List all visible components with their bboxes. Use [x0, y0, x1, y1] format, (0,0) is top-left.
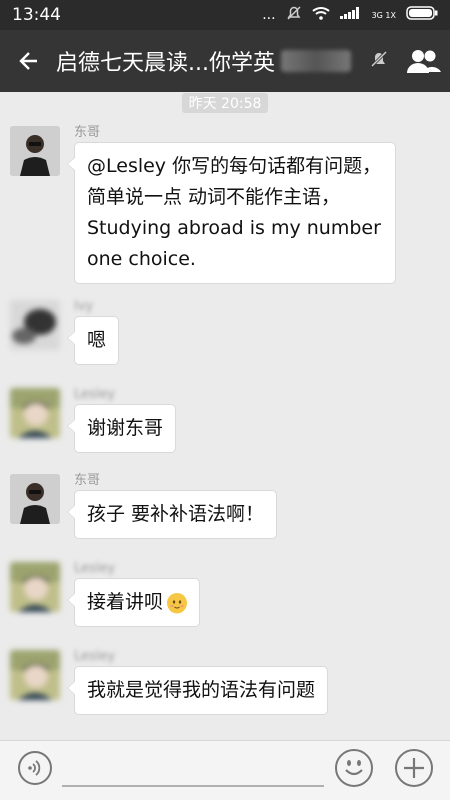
emoji-button[interactable]: [335, 749, 373, 787]
smiling-emoji-icon: [167, 592, 188, 613]
message-bubble[interactable]: @Lesley 你写的每句话都有问题，简单说一点 动词不能作主语，Studyin…: [67, 142, 396, 284]
chat-title-bar: 启德七天晨读...你学英: [0, 30, 450, 92]
sender-name: Ivy: [74, 299, 94, 314]
message-text: 接着讲呗: [87, 591, 164, 613]
group-members-button[interactable]: [398, 48, 450, 74]
message-bubble[interactable]: 孩子 要补补语法啊！: [66, 490, 278, 539]
network-type: 3G 1X: [371, 10, 396, 20]
avatar[interactable]: [10, 300, 60, 350]
wifi-icon: [311, 6, 330, 24]
avatar[interactable]: [10, 126, 60, 176]
message-item: Lesley 我就是觉得我的语法有问题: [10, 649, 329, 715]
signal-icon: [339, 7, 362, 23]
message-input-field[interactable]: [62, 785, 324, 787]
blurred-title-suffix: [280, 50, 351, 72]
message-item: Ivy 嗯: [10, 299, 120, 365]
status-icons: ... 3G 1X: [262, 5, 438, 25]
message-bubble[interactable]: 我就是觉得我的语法有问题: [66, 666, 329, 715]
voice-input-button[interactable]: [18, 751, 52, 785]
emoji-icon: [345, 760, 363, 776]
group-members-icon: [407, 50, 441, 73]
chat-input-bar: [0, 740, 450, 800]
status-time: 13:44: [12, 5, 61, 25]
back-arrow-icon: [19, 52, 37, 70]
avatar[interactable]: [10, 562, 60, 612]
silent-icon: [286, 5, 302, 25]
status-bar: 13:44 ... 3G 1X: [0, 0, 450, 30]
sender-name: 东哥: [74, 125, 101, 140]
sender-name: Lesley: [74, 649, 116, 664]
message-item: Lesley 接着讲呗: [10, 561, 201, 627]
message-item: Lesley 谢谢东哥: [10, 387, 177, 453]
message-timestamp: 昨天 20:58: [182, 93, 268, 113]
back-button[interactable]: [0, 30, 56, 92]
sender-name: 东哥: [74, 473, 101, 488]
voice-icon: [28, 760, 41, 776]
plus-icon: [404, 758, 424, 778]
avatar[interactable]: [10, 474, 60, 524]
chat-title-text: 启德七天晨读...你学英: [56, 51, 275, 76]
avatar[interactable]: [10, 650, 60, 700]
sender-name: Lesley: [74, 561, 116, 576]
message-bubble[interactable]: 嗯: [66, 316, 120, 365]
mute-bell-icon: [360, 49, 398, 74]
message-item: 东哥 孩子 要补补语法啊！: [10, 473, 278, 539]
message-item: 东哥 @Lesley 你写的每句话都有问题，简单说一点 动词不能作主语，Stud…: [10, 125, 396, 284]
sender-name: Lesley: [74, 387, 116, 402]
notification-dots: ...: [262, 7, 276, 23]
avatar[interactable]: [10, 388, 60, 438]
message-bubble[interactable]: 接着讲呗: [66, 578, 201, 627]
chat-title[interactable]: 启德七天晨读...你学英: [56, 45, 360, 77]
battery-icon: [406, 6, 438, 24]
message-bubble[interactable]: 谢谢东哥: [66, 404, 177, 453]
more-options-button[interactable]: [395, 749, 433, 787]
